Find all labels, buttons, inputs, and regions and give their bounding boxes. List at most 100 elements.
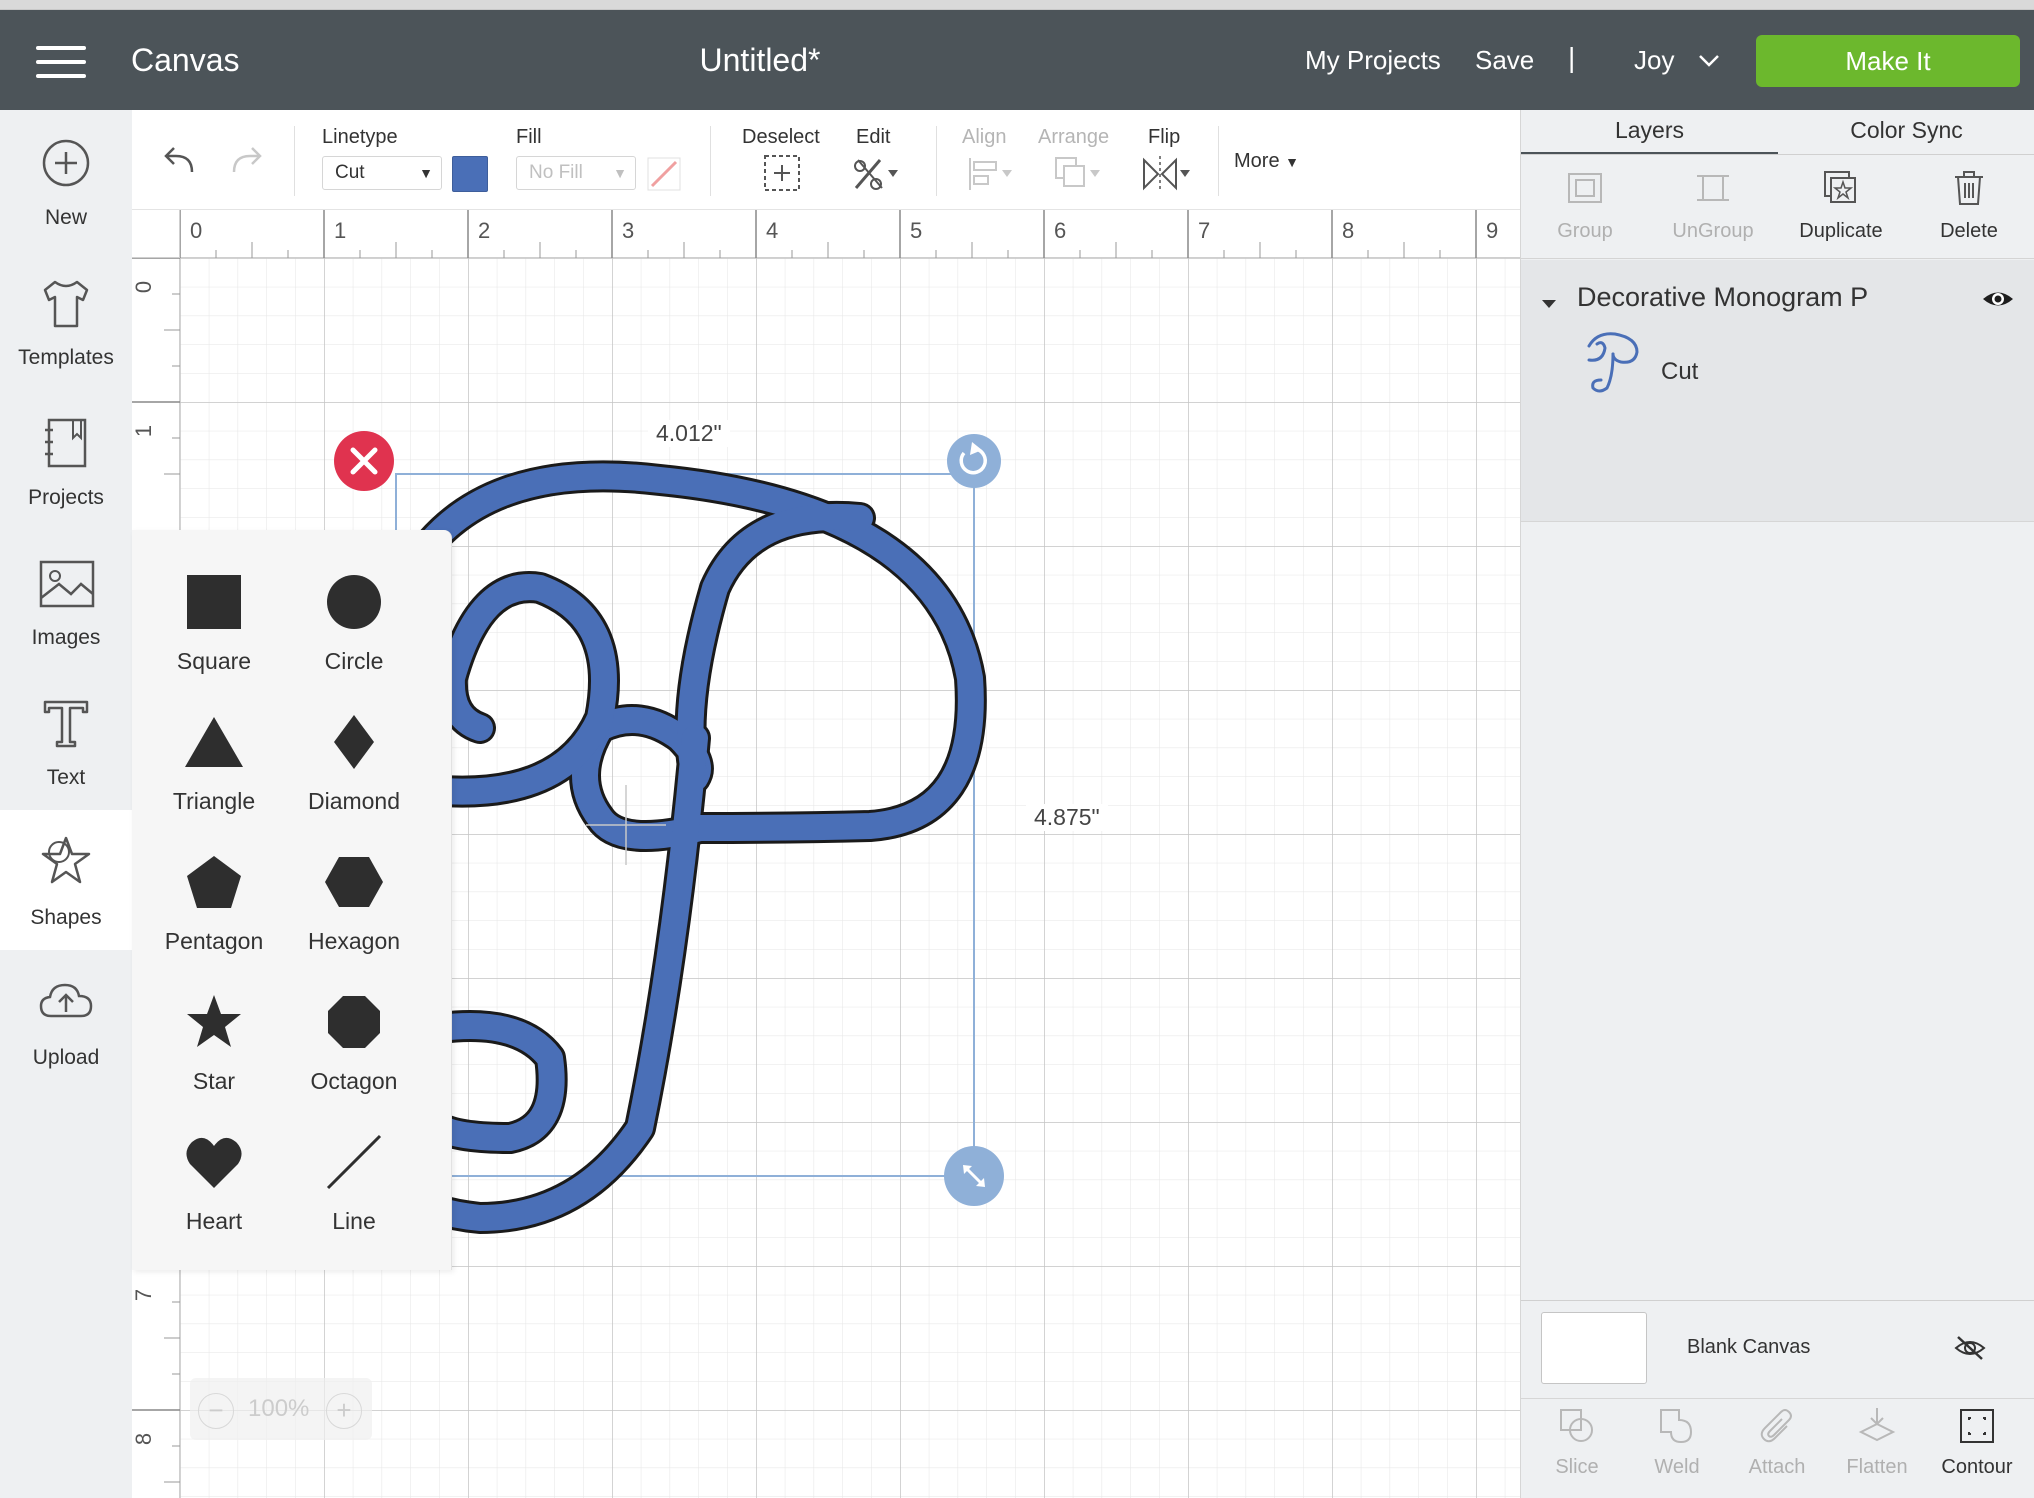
tab-layers[interactable]: Layers	[1521, 110, 1778, 154]
sidebar-item-text[interactable]: Text	[0, 670, 132, 810]
zoom-out-button[interactable]: −	[198, 1393, 234, 1429]
shape-label: Diamond	[307, 788, 401, 814]
save-button[interactable]: Save	[1475, 45, 1534, 76]
fill-select[interactable]: No Fill ▼	[516, 156, 636, 190]
square-icon	[187, 575, 241, 629]
layer-group-decorative-monogram: Decorative Monogram P Cut	[1521, 260, 2034, 522]
ruler-label: 3	[622, 218, 635, 243]
shape-label: Triangle	[172, 788, 256, 814]
flatten-button[interactable]: Flatten	[1827, 1400, 1927, 1496]
align-icon[interactable]	[962, 152, 1014, 196]
ungroup-button[interactable]: UnGroup	[1649, 160, 1777, 260]
linetype-color-swatch[interactable]	[452, 156, 488, 192]
hexagon-icon	[325, 857, 383, 907]
redo-icon[interactable]	[218, 140, 270, 184]
sidebar-item-shapes[interactable]: Shapes	[0, 810, 132, 950]
shape-label: Line	[332, 1208, 376, 1234]
ruler-label: 7	[132, 1288, 157, 1302]
shape-label: Star	[192, 1068, 236, 1094]
zoom-in-button[interactable]: +	[326, 1393, 362, 1429]
shape-square[interactable]: Square	[144, 552, 284, 692]
zoom-control: − 100% +	[190, 1378, 372, 1440]
sidebar-item-images[interactable]: Images	[0, 530, 132, 670]
flip-label: Flip	[1148, 126, 1181, 148]
shape-star[interactable]: Star	[144, 972, 284, 1112]
line-icon	[326, 1134, 382, 1190]
shape-diamond[interactable]: Diamond	[284, 692, 424, 832]
deselect-icon[interactable]	[757, 152, 809, 196]
sidebar-item-upload[interactable]: Upload	[0, 950, 132, 1090]
collapse-triangle-icon[interactable]	[1541, 296, 1557, 312]
no-fill-swatch-icon[interactable]	[644, 154, 684, 194]
shape-heart[interactable]: Heart	[144, 1112, 284, 1252]
align-label: Align	[962, 126, 1007, 148]
sidebar-item-label: Text	[46, 766, 86, 789]
sidebar-item-label: New	[44, 206, 87, 229]
document-title[interactable]: Untitled*	[650, 42, 870, 79]
monogram-thumbnail-icon	[1587, 332, 1639, 393]
contour-button[interactable]: Contour	[1927, 1400, 2027, 1496]
resize-handle-icon[interactable]	[944, 1146, 1004, 1206]
user-menu[interactable]: Joy	[1634, 45, 1674, 76]
make-it-button[interactable]: Make It	[1756, 35, 2020, 87]
dropdown-arrow-icon: ▼	[419, 165, 433, 181]
attach-button[interactable]: Attach	[1727, 1400, 1827, 1496]
shape-label: Octagon	[310, 1068, 398, 1094]
pentagon-icon	[187, 856, 241, 908]
sidebar-item-label: Projects	[28, 486, 104, 509]
arrange-icon[interactable]	[1050, 152, 1102, 196]
more-label: More	[1234, 150, 1280, 172]
sidebar-item-label: Templates	[18, 346, 114, 369]
shape-octagon[interactable]: Octagon	[284, 972, 424, 1112]
linetype-label: Linetype	[322, 126, 398, 148]
text-t-icon	[43, 700, 89, 748]
eye-hidden-icon[interactable]	[1953, 1334, 1987, 1362]
toolbar-divider	[936, 126, 937, 196]
shape-pentagon[interactable]: Pentagon	[144, 832, 284, 972]
shape-circle[interactable]: Circle	[284, 552, 424, 692]
delete-button[interactable]: Delete	[1905, 160, 2033, 260]
blank-canvas-label: Blank Canvas	[1687, 1336, 1811, 1358]
delete-handle-icon[interactable]	[334, 431, 394, 491]
linetype-select[interactable]: Cut ▼	[322, 156, 442, 190]
flip-icon[interactable]	[1138, 152, 1190, 196]
app-title: Canvas	[131, 42, 240, 78]
action-label: Delete	[1940, 220, 1998, 242]
my-projects-link[interactable]: My Projects	[1305, 45, 1441, 76]
chevron-down-icon[interactable]	[1698, 50, 1720, 72]
tab-color-sync[interactable]: Color Sync	[1778, 110, 2034, 154]
ruler-label: 2	[478, 218, 491, 243]
height-dimension-label: 4.875"	[1026, 804, 1108, 831]
slice-button[interactable]: Slice	[1527, 1400, 1627, 1496]
linetype-value: Cut	[335, 162, 365, 183]
circle-icon	[327, 575, 381, 629]
sidebar-item-new[interactable]: New	[0, 110, 132, 250]
left-sidebar: New Templates Projects Images Text Shape…	[0, 110, 132, 1498]
action-label: Weld	[1654, 1456, 1700, 1478]
rotate-handle-icon[interactable]	[947, 434, 1001, 488]
blank-canvas-swatch[interactable]	[1541, 1312, 1647, 1384]
eye-icon[interactable]	[1981, 286, 2015, 312]
toolbar-divider	[710, 126, 711, 196]
shape-hexagon[interactable]: Hexagon	[284, 832, 424, 972]
weld-button[interactable]: Weld	[1627, 1400, 1727, 1496]
undo-icon[interactable]	[156, 140, 208, 184]
menu-icon[interactable]	[36, 46, 86, 78]
layer-row[interactable]: Cut	[1521, 320, 2034, 420]
shape-line[interactable]: Line	[284, 1112, 424, 1252]
ruler-label: 9	[1486, 218, 1499, 243]
width-dimension-label: 4.012"	[648, 420, 730, 447]
layer-group-title[interactable]: Decorative Monogram P	[1577, 282, 1868, 313]
ruler-label: 0	[190, 218, 203, 243]
edit-tools-icon[interactable]	[848, 152, 900, 196]
slice-icon	[1560, 1409, 1593, 1442]
action-label: Slice	[1555, 1456, 1599, 1478]
sidebar-item-templates[interactable]: Templates	[0, 250, 132, 390]
sidebar-item-projects[interactable]: Projects	[0, 390, 132, 530]
duplicate-button[interactable]: Duplicate	[1777, 160, 1905, 260]
group-button[interactable]: Group	[1521, 160, 1649, 260]
image-icon	[39, 560, 95, 608]
shape-triangle[interactable]: Triangle	[144, 692, 284, 832]
shapes-icon	[41, 836, 91, 884]
more-menu[interactable]: More ▼	[1234, 150, 1299, 173]
